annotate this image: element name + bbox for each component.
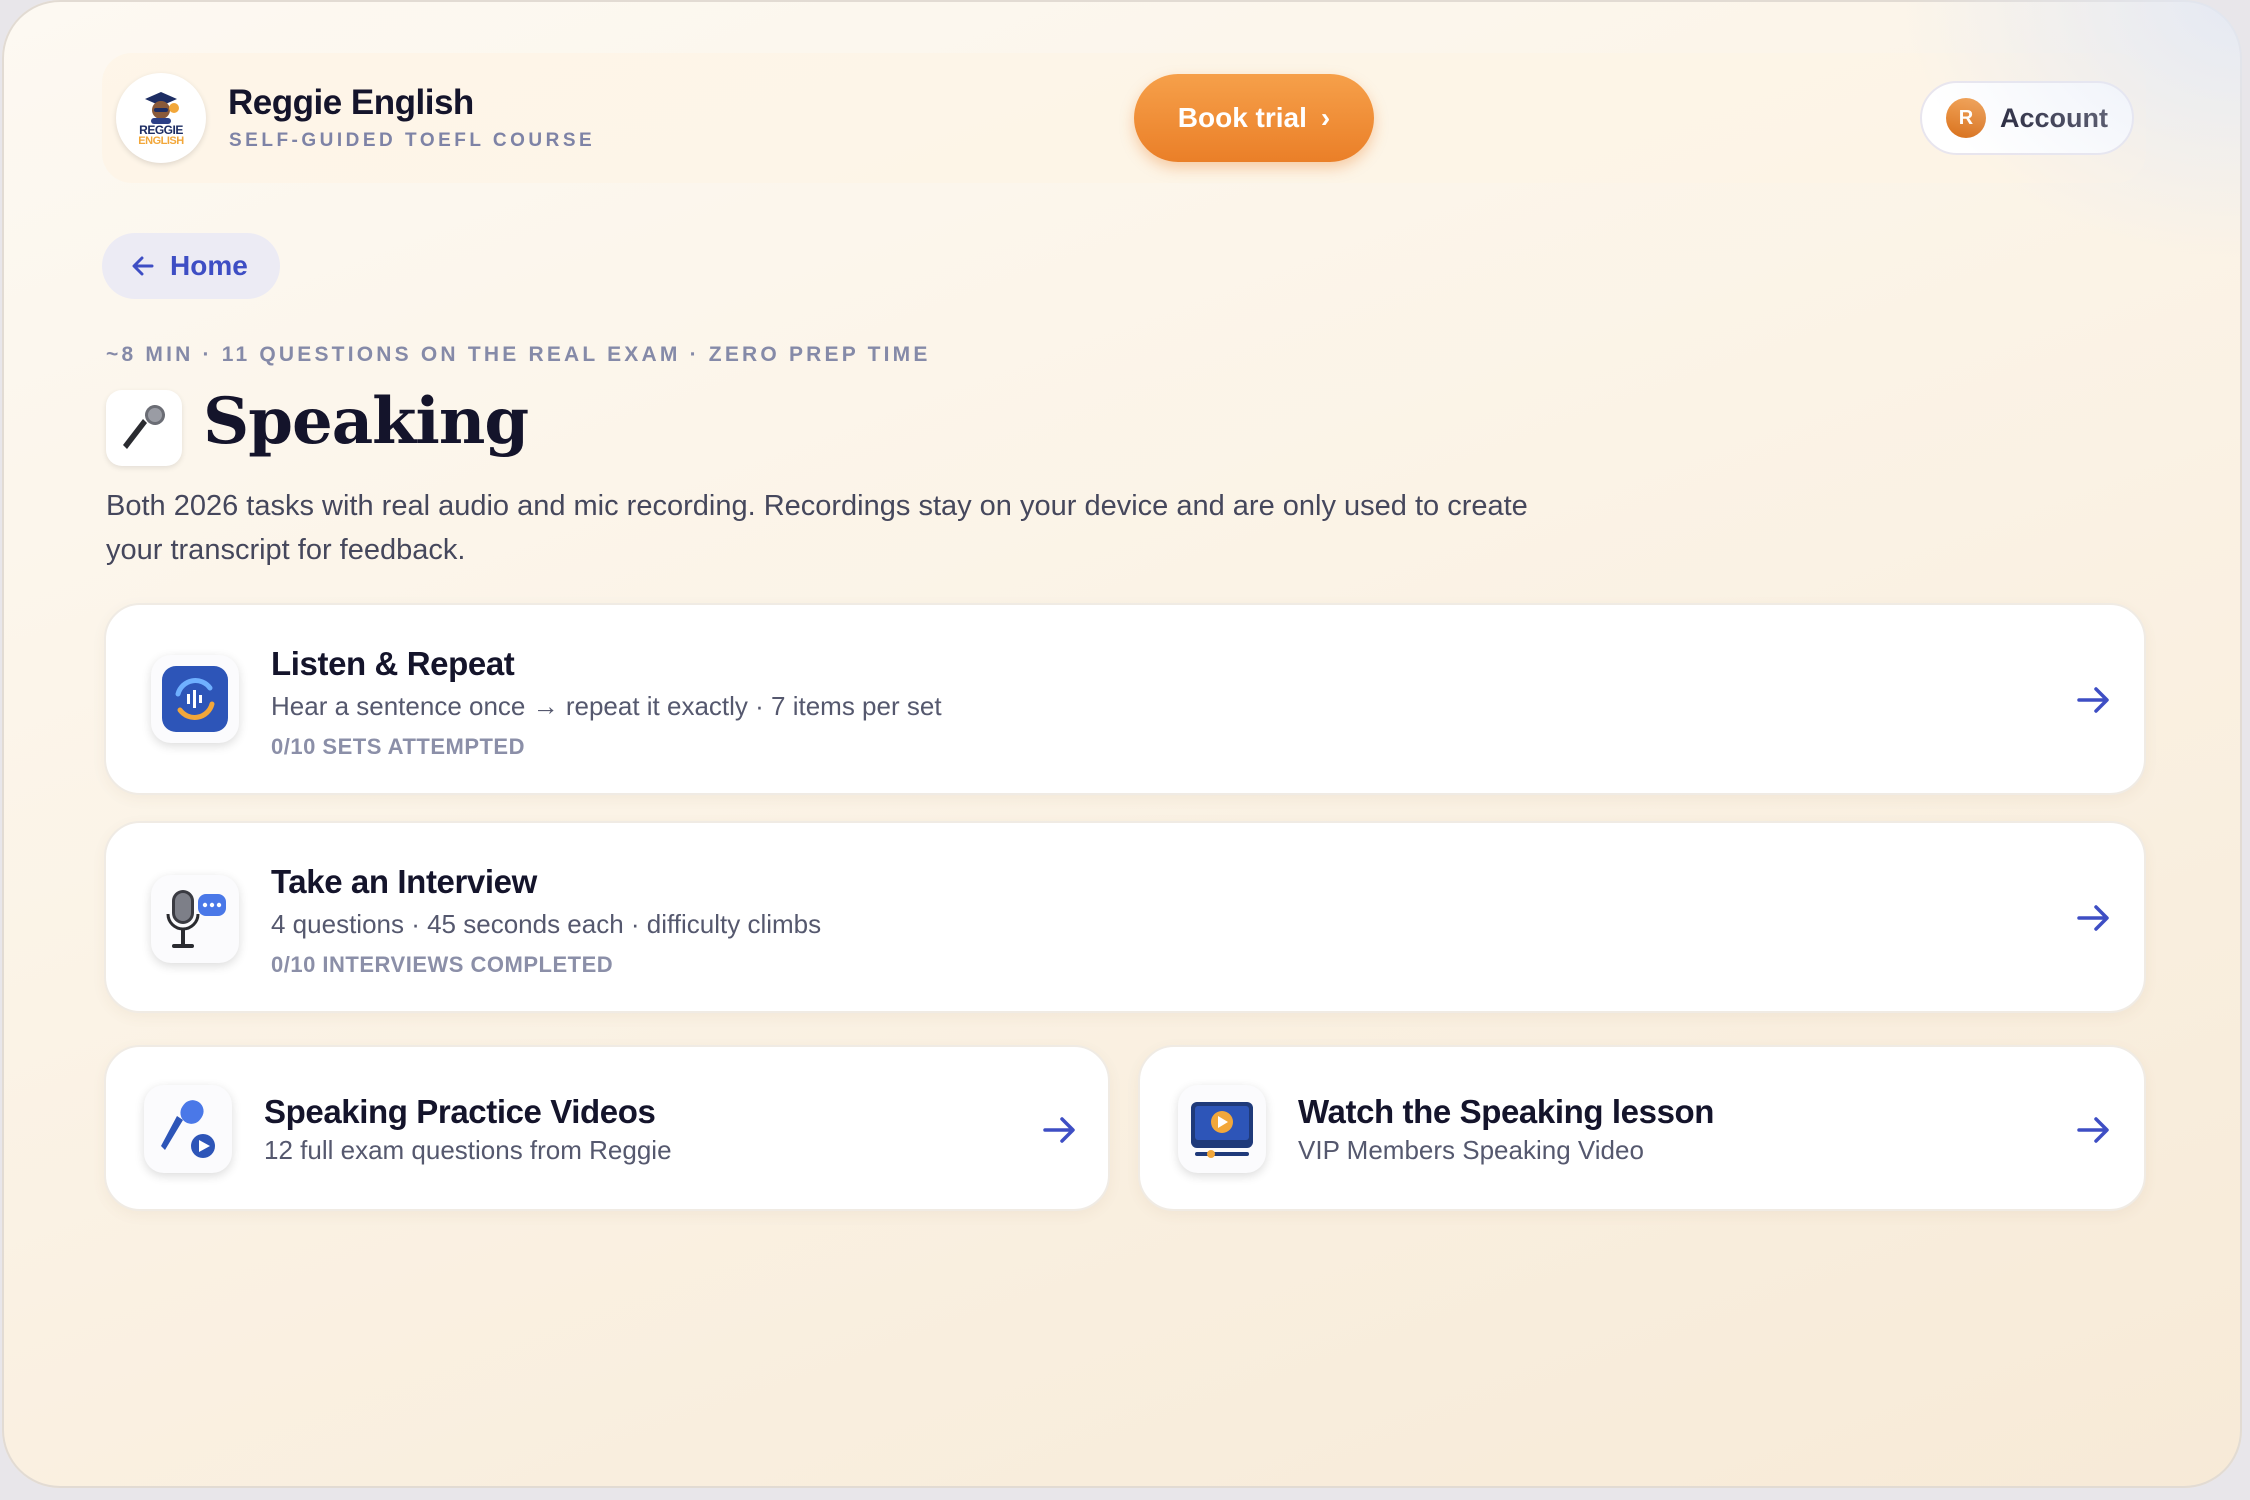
app-window: REGGIE ENGLISH Reggie English SELF-GUIDE… — [2, 0, 2242, 1488]
card-progress: 0/10 INTERVIEWS COMPLETED — [271, 952, 614, 977]
arrow-right-icon — [2077, 905, 2109, 931]
card-subtitle: Hear a sentence once → repeat it exactly… — [271, 691, 942, 721]
resource-card-practice-videos[interactable]: Speaking Practice Videos 12 full exam qu… — [104, 1045, 1110, 1211]
account-label: Account — [2000, 102, 2108, 133]
card-title: Watch the Speaking lesson — [1298, 1093, 1715, 1130]
practice-video-mic-icon — [144, 1085, 232, 1173]
logo-avatar-icon — [145, 91, 179, 124]
card-subtitle: 12 full exam questions from Reggie — [264, 1135, 672, 1165]
arrow-right-icon — [1043, 1117, 1075, 1143]
resource-card-speaking-lesson[interactable]: Watch the Speaking lesson VIP Members Sp… — [1138, 1045, 2146, 1211]
top-header: REGGIE ENGLISH Reggie English SELF-GUIDE… — [102, 53, 2146, 183]
card-subtitle: 4 questions · 45 seconds each · difficul… — [271, 909, 822, 939]
page-title: Speaking — [203, 384, 529, 459]
task-card-listen-repeat[interactable]: Listen & Repeat Hear a sentence once → r… — [104, 603, 2146, 795]
section-meta: ~8 MIN · 11 QUESTIONS ON THE REAL EXAM ·… — [106, 343, 931, 366]
card-progress: 0/10 SETS ATTEMPTED — [271, 734, 525, 759]
interview-mic-icon — [151, 875, 239, 963]
avatar: R — [1946, 98, 1986, 138]
chevron-right-icon: › — [1320, 102, 1331, 133]
home-back-button[interactable]: Home — [102, 233, 280, 299]
microphone-icon — [106, 390, 182, 466]
logo-text-secondary: ENGLISH — [138, 134, 184, 147]
brand-subtitle: SELF-GUIDED TOEFL COURSE — [229, 130, 596, 151]
logo-text: REGGIE — [139, 122, 183, 137]
book-trial-label: Book trial — [1177, 102, 1307, 133]
brand-title: Reggie English — [228, 83, 474, 122]
account-button[interactable]: R Account — [1920, 81, 2134, 155]
brand-logo[interactable]: REGGIE ENGLISH — [116, 73, 206, 163]
task-card-interview[interactable]: Take an Interview 4 questions · 45 secon… — [104, 821, 2146, 1013]
section-description: Both 2026 tasks with real audio and mic … — [106, 490, 1528, 566]
lesson-video-icon — [1178, 1085, 1266, 1173]
card-title: Take an Interview — [271, 863, 537, 900]
card-subtitle: VIP Members Speaking Video — [1298, 1135, 1644, 1165]
arrow-right-icon — [2077, 1117, 2109, 1143]
card-title: Speaking Practice Videos — [264, 1093, 656, 1130]
arrow-left-icon — [132, 256, 154, 276]
book-trial-button[interactable]: Book trial › — [1134, 74, 1374, 162]
listen-repeat-icon — [151, 655, 239, 743]
home-label: Home — [170, 250, 248, 281]
card-title: Listen & Repeat — [271, 645, 515, 682]
arrow-right-icon — [2077, 687, 2109, 713]
